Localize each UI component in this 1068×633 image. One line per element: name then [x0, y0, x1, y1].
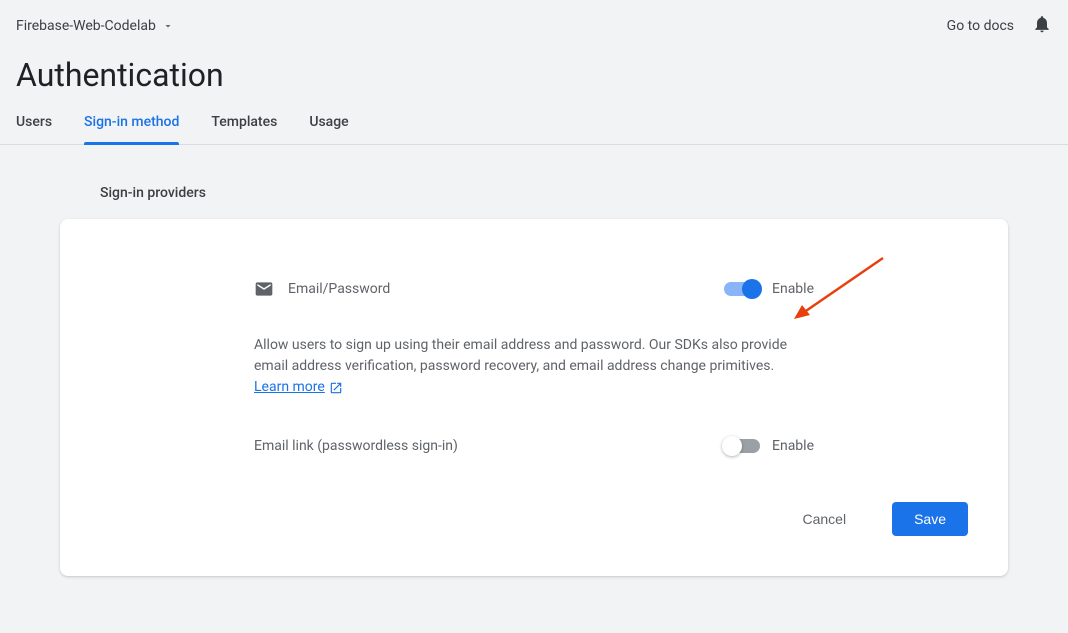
content-area: Sign-in providers Email/Password Enable … — [0, 145, 1068, 616]
tab-templates[interactable]: Templates — [211, 114, 277, 144]
notifications-icon[interactable] — [1032, 14, 1052, 38]
email-link-row: Email link (passwordless sign-in) Enable — [254, 438, 814, 454]
enable-toggle-label: Enable — [772, 281, 814, 297]
tab-usage[interactable]: Usage — [309, 114, 348, 144]
learn-more-text: Learn more — [254, 377, 325, 398]
toggle-knob — [742, 279, 762, 299]
open-in-new-icon — [329, 381, 343, 395]
tab-sign-in-method[interactable]: Sign-in method — [84, 114, 179, 144]
top-bar: Firebase-Web-Codelab Go to docs — [0, 0, 1068, 40]
tabs-bar: Users Sign-in method Templates Usage — [0, 114, 1068, 145]
provider-card: Email/Password Enable Allow users to sig… — [60, 219, 1008, 576]
project-name: Firebase-Web-Codelab — [16, 18, 156, 34]
chevron-down-icon — [162, 20, 174, 32]
top-right-controls: Go to docs — [947, 14, 1052, 38]
email-link-toggle-group: Enable — [724, 438, 814, 454]
email-icon — [254, 279, 274, 299]
tab-users[interactable]: Users — [16, 114, 52, 144]
email-link-label: Email link (passwordless sign-in) — [254, 438, 458, 454]
cancel-button[interactable]: Cancel — [780, 502, 868, 536]
enable-toggle-group: Enable — [724, 281, 814, 297]
page-title: Authentication — [0, 40, 1068, 114]
email-link-toggle-label: Enable — [772, 438, 814, 454]
card-actions: Cancel Save — [100, 502, 968, 536]
provider-header-row: Email/Password Enable — [254, 279, 814, 299]
learn-more-link[interactable]: Learn more — [254, 377, 343, 398]
section-title: Sign-in providers — [100, 185, 1008, 201]
provider-description: Allow users to sign up using their email… — [254, 335, 814, 398]
email-link-toggle[interactable] — [724, 439, 760, 453]
provider-identity: Email/Password — [254, 279, 390, 299]
toggle-knob — [722, 436, 742, 456]
go-to-docs-link[interactable]: Go to docs — [947, 18, 1014, 34]
save-button[interactable]: Save — [892, 502, 968, 536]
description-text: Allow users to sign up using their email… — [254, 337, 787, 374]
enable-toggle[interactable] — [724, 282, 760, 296]
provider-name: Email/Password — [288, 281, 390, 297]
project-dropdown[interactable]: Firebase-Web-Codelab — [16, 18, 174, 34]
